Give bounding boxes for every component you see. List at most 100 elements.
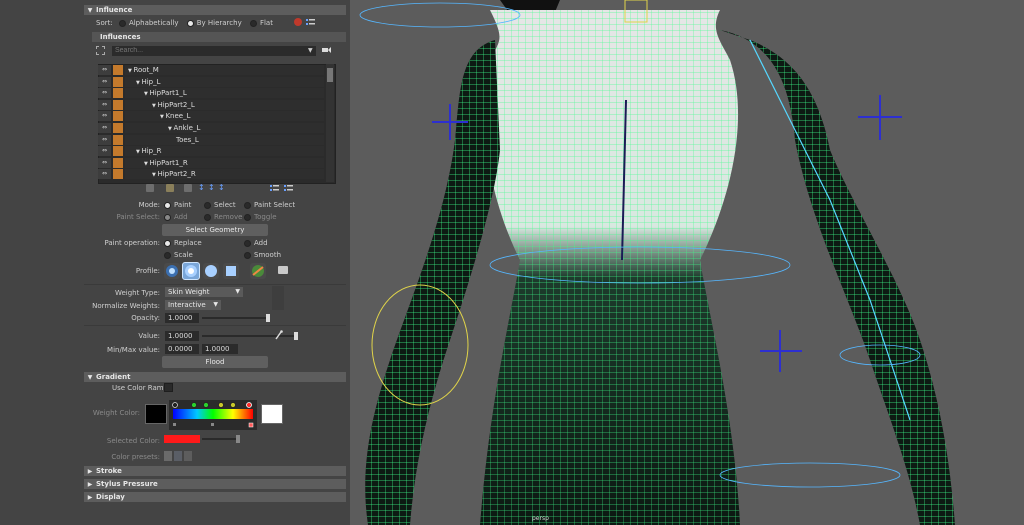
use-color-ramp-checkbox[interactable] (164, 383, 173, 392)
value-field[interactable]: 1.0000 (165, 331, 199, 341)
lock-weights-icon[interactable] (166, 184, 174, 192)
sort-by-hierarchy-radio[interactable]: By Hierarchy (186, 19, 242, 27)
profile-image-brush-icon[interactable] (250, 263, 266, 279)
profile-square-brush-icon[interactable] (223, 263, 239, 279)
lock-weight-icon[interactable] (113, 76, 123, 87)
help-icon[interactable] (294, 18, 302, 26)
influence-name-cell[interactable]: ▼ Knee_L (125, 111, 324, 122)
collapse-all-icon[interactable]: ↕ (218, 183, 225, 192)
browse-folder-icon[interactable] (278, 266, 288, 274)
profile-soft-brush-icon[interactable] (182, 262, 200, 280)
visibility-toggle-icon[interactable]: ⇔ (98, 65, 111, 75)
max-value-field[interactable]: 1.0000 (202, 344, 238, 354)
visibility-toggle-icon[interactable]: ⇔ (98, 88, 111, 99)
paint-select-add-radio[interactable]: Add (164, 213, 188, 221)
visibility-toggle-icon[interactable]: ⇔ (98, 99, 111, 110)
selected-color-slider[interactable] (202, 438, 238, 440)
visibility-toggle-icon[interactable]: ⇔ (98, 146, 111, 157)
eyedropper-icon[interactable] (275, 330, 283, 340)
influence-row[interactable]: ⇔ ▼ HipPart2_L (98, 99, 324, 110)
show-influences-icon[interactable] (270, 184, 279, 193)
min-value-field[interactable]: 0.0000 (165, 344, 199, 354)
sort-influences-icon[interactable] (146, 184, 154, 192)
mode-select-radio[interactable]: Select (204, 201, 236, 209)
paint-op-replace-radio[interactable]: Replace (164, 239, 202, 247)
mode-paint-radio[interactable]: Paint (164, 201, 191, 209)
opacity-slider-handle[interactable] (266, 314, 270, 322)
weight-color-max-swatch[interactable] (261, 404, 283, 424)
profile-solid-brush-icon[interactable] (203, 263, 219, 279)
influence-row[interactable]: ⇔ Toes_L (98, 134, 324, 145)
influence-name-cell[interactable]: ▼ HipPart1_L (125, 88, 324, 99)
influence-name-cell[interactable]: ▼ Root_M (125, 65, 324, 75)
influence-name-cell[interactable]: ▼ Hip_R (125, 146, 324, 157)
selected-color-slider-handle[interactable] (236, 435, 240, 443)
locator-right-icon[interactable] (858, 95, 902, 140)
flood-button[interactable]: Flood (162, 356, 268, 368)
lock-weight-icon[interactable] (113, 65, 123, 75)
value-slider-handle[interactable] (294, 332, 298, 340)
select-all-icon[interactable] (96, 46, 105, 55)
locator-hand-icon[interactable] (760, 330, 802, 372)
influence-name-cell[interactable]: Toes_L (125, 134, 324, 145)
hide-influences-icon[interactable] (284, 184, 293, 193)
influences-subsection-header[interactable]: Influences (92, 32, 346, 42)
influence-row[interactable]: ⇔ ▼ HipPart1_R (98, 157, 324, 168)
pin-influence-icon[interactable] (321, 45, 331, 55)
lock-weight-icon[interactable] (113, 134, 123, 145)
paint-select-remove-radio[interactable]: Remove (204, 213, 242, 221)
color-preset-3-swatch[interactable] (184, 451, 192, 461)
3d-viewport[interactable]: persp (350, 0, 1024, 525)
opacity-slider[interactable] (202, 317, 268, 319)
expand-selected-icon[interactable]: ↕ (208, 183, 215, 192)
influence-name-cell[interactable]: ▼ HipPart1_R (125, 157, 324, 168)
influence-row[interactable]: ⇔ ▼ Ankle_L (98, 123, 324, 133)
display-section-header[interactable]: ▶ Display (84, 492, 346, 502)
paint-select-toggle-radio[interactable]: Toggle (244, 213, 277, 221)
visibility-toggle-icon[interactable]: ⇔ (98, 157, 111, 168)
weight-type-dropdown[interactable]: Skin Weight ▼ (165, 287, 243, 297)
influence-name-cell[interactable]: ▼ HipPart2_L (125, 99, 324, 110)
lock-weight-icon[interactable] (113, 123, 123, 133)
gradient-section-header[interactable]: ▼ Gradient (84, 372, 346, 382)
influence-row[interactable]: ⇔ ▼ HipPart1_L (98, 88, 324, 99)
lock-weight-icon[interactable] (113, 157, 123, 168)
color-ramp-widget[interactable] (169, 400, 257, 430)
influence-row[interactable]: ⇔ ▼ Knee_L (98, 111, 324, 122)
tree-scrollbar[interactable] (326, 64, 334, 182)
sort-alphabetically-radio[interactable]: Alphabetically (118, 19, 178, 27)
list-options-icon[interactable] (306, 18, 315, 27)
influence-row[interactable]: ⇔ ▼ Root_M (98, 65, 324, 75)
influence-row[interactable]: ⇔ ▼ Hip_L (98, 76, 324, 87)
influence-name-cell[interactable]: ▼ Hip_L (125, 76, 324, 87)
sort-flat-radio[interactable]: Flat (249, 19, 273, 27)
stylus-pressure-section-header[interactable]: ▶ Stylus Pressure (84, 479, 346, 489)
visibility-toggle-icon[interactable]: ⇔ (98, 111, 111, 122)
lock-weight-icon[interactable] (113, 88, 123, 99)
visibility-toggle-icon[interactable]: ⇔ (98, 76, 111, 87)
influence-section-header[interactable]: ▼ Influence (84, 5, 346, 15)
weight-color-min-swatch[interactable] (145, 404, 167, 424)
stroke-section-header[interactable]: ▶ Stroke (84, 466, 346, 476)
mode-paint-select-radio[interactable]: Paint Select (244, 201, 295, 209)
selected-color-swatch[interactable] (164, 435, 200, 443)
influence-search-input[interactable] (112, 46, 316, 56)
paint-op-smooth-radio[interactable]: Smooth (244, 251, 281, 259)
color-preset-1-swatch[interactable] (164, 451, 172, 461)
paint-op-scale-radio[interactable]: Scale (164, 251, 193, 259)
select-geometry-button[interactable]: Select Geometry (162, 224, 268, 236)
influence-row[interactable]: ⇔ ▼ Hip_R (98, 146, 324, 157)
lock-weight-icon[interactable] (113, 169, 123, 180)
lock-weight-icon[interactable] (113, 99, 123, 110)
visibility-toggle-icon[interactable]: ⇔ (98, 123, 111, 133)
opacity-field[interactable]: 1.0000 (165, 313, 199, 323)
search-dropdown-arrow-icon[interactable]: ▼ (308, 46, 313, 56)
influence-name-cell[interactable]: ▼ Ankle_L (125, 123, 324, 133)
influence-name-cell[interactable]: ▼ HipPart2_R (125, 169, 324, 180)
lock-weight-icon[interactable] (113, 111, 123, 122)
lock-weight-icon[interactable] (113, 146, 123, 157)
color-preset-2-swatch[interactable] (174, 451, 182, 461)
normalize-weights-dropdown[interactable]: Interactive ▼ (165, 300, 221, 310)
visibility-toggle-icon[interactable]: ⇔ (98, 134, 111, 145)
paint-op-add-radio[interactable]: Add (244, 239, 268, 247)
